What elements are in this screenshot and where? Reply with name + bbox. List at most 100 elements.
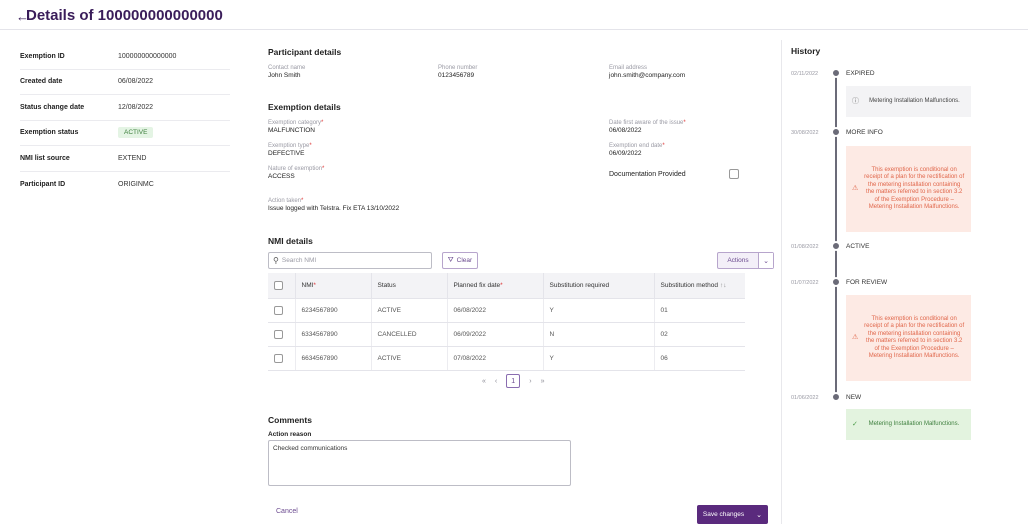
row-checkbox[interactable] [274,353,283,363]
summary-row-created-date: Created date 06/08/2022 [20,70,230,95]
nature-of-exemption-field: Nature of exemption* ACCESS [268,166,324,181]
substitution-required-cell: N [543,322,655,347]
row-select-cell[interactable] [268,346,296,371]
summary-value: EXTEND [118,154,147,162]
exemption-details-heading: Exemption details [268,102,341,112]
required-marker: * [322,166,325,172]
action-reason-textarea[interactable]: Checked communications [268,440,571,486]
summary-value: 06/08/2022 [118,78,154,86]
cancel-button[interactable]: Cancel [276,508,298,515]
summary-row-nmi-list-source: NMI list source EXTEND [20,146,230,172]
row-select-cell[interactable] [268,322,296,347]
action-taken-field: Action taken* Issue logged with Telstra.… [268,198,399,213]
substitution-method-cell: 06 [654,346,745,371]
planned-fix-date-cell: 07/08/2022 [447,346,544,371]
history-date: 01/08/2022 [791,244,819,250]
clear-filter-button[interactable]: ⛛ Clear [442,252,478,269]
column-header-substitution-method[interactable]: Substitution method ↑↓ [654,273,745,299]
substitution-required-cell: Y [543,298,655,323]
field-value: 06/08/2022 [609,127,642,134]
summary-row-exemption-id: Exemption ID 100000000000000 [20,44,230,70]
column-header-status: Status [371,273,448,299]
history-note-text: Metering Installation Malfunctions. [868,420,960,427]
history-status: ACTIVE [846,243,870,250]
panel-divider [781,40,782,524]
exemption-end-date-field: Exemption end date* 06/09/2022 [609,143,665,158]
summary-value: ORIGINMC [118,180,154,188]
summary-label: Created date [20,78,63,86]
summary-value-wrap: ACTIVE [118,127,154,139]
row-select-cell[interactable] [268,298,296,323]
exemption-type-field: Exemption type* DEFECTIVE [268,143,312,158]
planned-fix-date-cell: 06/08/2022 [447,298,544,323]
action-reason-label: Action reason [268,431,312,438]
summary-row-status-change-date: Status change date 12/08/2022 [20,95,230,121]
page-number-button[interactable]: 1 [506,374,521,388]
status-badge: ACTIVE [118,127,154,139]
timeline-dot [831,68,841,78]
history-note-card: ✓ Metering Installation Malfunctions. [846,409,971,440]
field-label: Contact name [268,65,306,71]
history-note-text: This exemption is conditional on receipt… [864,166,965,211]
required-marker: * [683,120,686,126]
first-page-icon[interactable]: « [482,378,486,385]
field-label-text: Exemption end date [609,143,663,149]
summary-row-exemption-status: Exemption status ACTIVE [20,121,230,146]
history-note-card: ⚠ This exemption is conditional on recei… [846,295,971,381]
summary-value: 12/08/2022 [118,103,154,111]
save-changes-button[interactable]: Save changes ⌄ [697,505,768,524]
participant-details-heading: Participant details [268,47,342,57]
nmi-cell: 6334567890 [295,322,372,347]
substitution-required-cell: Y [543,346,655,371]
actions-label: Actions [727,257,749,264]
timeline-dot [831,241,841,251]
field-label-text: Nature of exemption [268,166,323,172]
history-date: 01/06/2022 [791,395,819,401]
history-status: FOR REVIEW [846,279,888,286]
nmi-search-box[interactable]: ⚲ [268,252,432,269]
last-page-icon[interactable]: » [541,378,545,385]
field-label: Date first aware of the issue* [609,120,686,127]
prev-page-icon[interactable]: ‹ [495,378,497,385]
nmi-cell: 6234567890 [295,298,372,323]
field-value: 0123456789 [438,72,475,79]
phone-number-field: Phone number 0123456789 [438,65,477,80]
history-heading: History [791,46,821,56]
required-marker: * [301,198,304,204]
next-page-icon[interactable]: › [529,378,531,385]
row-checkbox[interactable] [274,305,283,315]
required-marker: * [500,281,503,289]
select-all-header[interactable] [268,273,296,299]
nmi-cell: 6634567890 [295,346,372,371]
status-cell: ACTIVE [371,346,448,371]
nmi-details-heading: NMI details [268,236,313,246]
substitution-method-cell: 02 [654,322,745,347]
date-first-aware-field: Date first aware of the issue* 06/08/202… [609,120,686,135]
field-label: Exemption category* [268,120,323,127]
chevron-down-icon[interactable]: ⌄ [750,511,768,519]
row-checkbox[interactable] [274,329,283,339]
summary-label: NMI list source [20,154,70,162]
field-label-text: Exemption category [268,120,322,126]
save-changes-label: Save changes [702,511,745,518]
nmi-search-input[interactable] [281,257,422,264]
info-icon: ⓘ [852,97,859,105]
filter-icon: ⛛ [447,256,454,264]
chevron-down-icon[interactable]: ⌄ [758,253,773,268]
field-value: DEFECTIVE [268,150,305,157]
summary-row-participant-id: Participant ID ORIGINMC [20,172,230,198]
history-status: EXPIRED [846,70,875,77]
actions-dropdown-button[interactable]: Actions ⌄ [717,252,774,269]
field-value: MALFUNCTION [268,127,315,134]
history-note-card: ⚠ This exemption is conditional on recei… [846,146,971,232]
field-label-text: Action taken [268,198,302,204]
documentation-provided-checkbox[interactable] [729,169,739,179]
nmi-table: NMI* Status Planned fix date* Substituti… [268,273,745,371]
select-all-checkbox[interactable] [274,280,283,290]
sort-icon[interactable]: ↑↓ [720,282,727,289]
table-header-row: NMI* Status Planned fix date* Substituti… [268,273,745,299]
field-value: john.smith@company.com [609,72,686,79]
history-note-text: Metering Installation Malfunctions. [869,97,960,104]
column-header-nmi: NMI* [295,273,372,299]
search-icon: ⚲ [273,256,279,265]
